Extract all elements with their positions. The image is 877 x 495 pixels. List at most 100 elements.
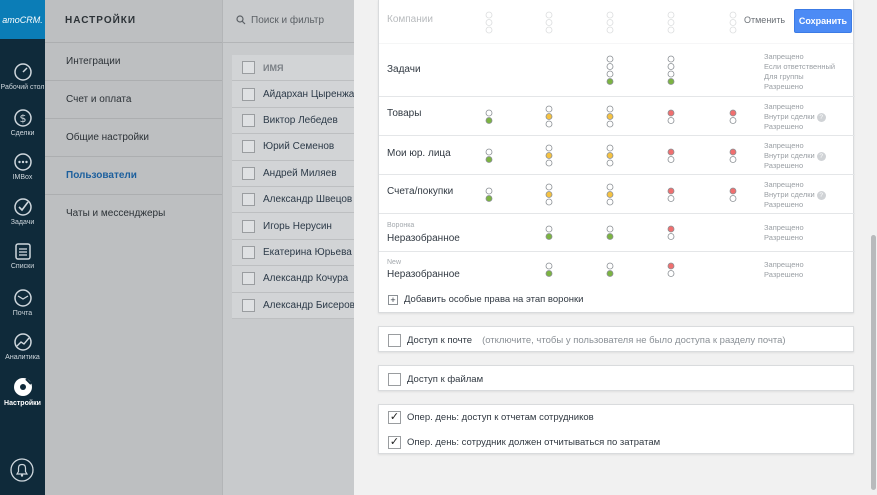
user-name[interactable]: Виктор Лебедев bbox=[263, 115, 338, 126]
nav-mail[interactable]: Почта bbox=[0, 288, 45, 318]
row-checkbox[interactable] bbox=[242, 193, 255, 207]
scrollbar[interactable] bbox=[871, 235, 876, 490]
user-name[interactable]: Игорь Нерусин bbox=[263, 221, 332, 232]
row-checkbox[interactable] bbox=[242, 87, 255, 101]
table-row[interactable]: Александр Кочура bbox=[232, 266, 356, 293]
oper-expenses-label[interactable]: Опер. день: сотрудник должен отчитыватьс… bbox=[407, 437, 660, 448]
user-name[interactable]: Екатерина Юрьева bbox=[263, 247, 352, 258]
access-level-toggle[interactable] bbox=[544, 225, 554, 241]
row-checkbox[interactable] bbox=[242, 113, 255, 127]
access-level-toggle[interactable] bbox=[605, 105, 615, 128]
table-row[interactable]: Александр Швецов bbox=[232, 187, 356, 214]
table-row[interactable]: Андрей Миляев bbox=[232, 161, 356, 187]
nav-dashboard[interactable]: Рабочий стол bbox=[0, 62, 45, 92]
notifications-button[interactable] bbox=[10, 458, 34, 485]
nav-analytics[interactable]: Аналитика bbox=[0, 332, 45, 362]
legend: Запрещено Внутри сделки? Разрешено bbox=[764, 141, 826, 171]
oper-expenses-checkbox[interactable]: ✓ bbox=[388, 436, 401, 449]
column-header-name[interactable]: ИМЯ bbox=[263, 63, 283, 73]
user-name[interactable]: Александр Бисеров bbox=[263, 300, 355, 311]
user-name[interactable]: Айдархан Цыренжапов bbox=[263, 89, 356, 100]
access-level-toggle[interactable] bbox=[728, 148, 738, 164]
files-access-row[interactable]: Доступ к файлам bbox=[379, 366, 853, 392]
nav-lists[interactable]: Списки bbox=[0, 241, 45, 271]
table-row[interactable]: Юрий Семенов bbox=[232, 134, 356, 161]
logo[interactable]: amoCRM. bbox=[0, 0, 45, 39]
row-checkbox[interactable] bbox=[242, 245, 255, 259]
access-level-toggle[interactable] bbox=[728, 187, 738, 203]
nav-tasks[interactable]: Задачи bbox=[0, 197, 45, 227]
cancel-button[interactable]: Отменить bbox=[744, 15, 785, 25]
access-level-toggle[interactable] bbox=[544, 144, 554, 167]
user-name[interactable]: Андрей Миляев bbox=[263, 168, 337, 179]
mail-access-row[interactable]: Доступ к почте (отключите, чтобы у польз… bbox=[379, 327, 853, 353]
settings-item-integrations[interactable]: Интеграции bbox=[45, 43, 222, 81]
access-level-toggle[interactable] bbox=[484, 11, 494, 34]
files-access-checkbox[interactable] bbox=[388, 372, 401, 386]
oper-report-label[interactable]: Опер. день: доступ к отчетам сотрудников bbox=[407, 412, 594, 423]
access-level-toggle[interactable] bbox=[544, 183, 554, 206]
save-button[interactable]: Сохранить bbox=[794, 9, 852, 33]
access-level-toggle[interactable] bbox=[666, 148, 676, 164]
nav-imbox[interactable]: IMBox bbox=[0, 152, 45, 182]
access-level-toggle[interactable] bbox=[605, 144, 615, 167]
row-checkbox[interactable] bbox=[242, 166, 255, 180]
oper-report-checkbox[interactable]: ✓ bbox=[388, 411, 401, 424]
users-list: Поиск и фильтр ИМЯ Айдархан Цыренжапов В… bbox=[222, 0, 356, 495]
access-level-toggle[interactable] bbox=[666, 262, 676, 278]
table-row[interactable]: Виктор Лебедев bbox=[232, 108, 356, 135]
access-level-toggle[interactable] bbox=[605, 55, 615, 86]
row-checkbox[interactable] bbox=[242, 219, 255, 233]
access-level-toggle[interactable] bbox=[666, 11, 676, 34]
access-level-toggle[interactable] bbox=[484, 109, 494, 125]
access-level-toggle[interactable] bbox=[544, 105, 554, 128]
oper-expenses-row[interactable]: ✓ Опер. день: сотрудник должен отчитыват… bbox=[379, 430, 853, 455]
files-access-label[interactable]: Доступ к файлам bbox=[407, 374, 483, 385]
row-checkbox[interactable] bbox=[242, 298, 255, 312]
access-level-toggle[interactable] bbox=[728, 109, 738, 125]
access-level-toggle[interactable] bbox=[666, 187, 676, 203]
access-level-selected bbox=[729, 109, 737, 117]
access-level-toggle[interactable] bbox=[484, 148, 494, 164]
access-rights-table: Компании Задачи Запрещено Если ответстве… bbox=[378, 0, 855, 313]
access-level-toggle[interactable] bbox=[666, 109, 676, 125]
access-level-toggle[interactable] bbox=[605, 262, 615, 278]
nav-deals[interactable]: $ Сделки bbox=[0, 108, 45, 138]
help-icon[interactable]: ? bbox=[816, 113, 826, 122]
user-name[interactable]: Александр Швецов bbox=[263, 194, 352, 205]
access-level-toggle[interactable] bbox=[605, 225, 615, 241]
access-level-option bbox=[545, 198, 553, 206]
settings-item-general[interactable]: Общие настройки bbox=[45, 119, 222, 157]
table-row[interactable]: Екатерина Юрьева bbox=[232, 240, 356, 267]
search-bar[interactable]: Поиск и фильтр bbox=[223, 0, 354, 43]
table-row[interactable]: Александр Бисеров bbox=[232, 293, 356, 319]
row-checkbox[interactable] bbox=[242, 140, 255, 154]
user-name[interactable]: Юрий Семенов bbox=[263, 141, 334, 152]
access-level-option bbox=[606, 262, 614, 270]
row-checkbox[interactable] bbox=[242, 272, 255, 286]
access-level-toggle[interactable] bbox=[605, 183, 615, 206]
nav-settings[interactable]: Настройки bbox=[0, 376, 45, 408]
access-level-toggle[interactable] bbox=[728, 11, 738, 34]
settings-item-billing[interactable]: Счет и оплата bbox=[45, 81, 222, 119]
mail-access-checkbox[interactable] bbox=[388, 333, 401, 347]
access-level-toggle[interactable] bbox=[484, 187, 494, 203]
access-level-toggle[interactable] bbox=[666, 55, 676, 86]
settings-item-chats[interactable]: Чаты и мессенджеры bbox=[45, 195, 222, 233]
oper-report-row[interactable]: ✓ Опер. день: доступ к отчетам сотрудник… bbox=[379, 405, 853, 430]
settings-item-users[interactable]: Пользователи bbox=[45, 157, 222, 195]
search-input[interactable]: Поиск и фильтр bbox=[251, 15, 324, 26]
table-row[interactable]: Айдархан Цыренжапов bbox=[232, 81, 356, 108]
select-all-checkbox[interactable] bbox=[242, 61, 255, 75]
table-row[interactable]: Игорь Нерусин bbox=[232, 213, 356, 240]
legend-item: Запрещено bbox=[764, 180, 804, 189]
help-icon[interactable]: ? bbox=[816, 152, 826, 161]
access-level-toggle[interactable] bbox=[666, 225, 676, 241]
access-level-toggle[interactable] bbox=[605, 11, 615, 34]
access-level-toggle[interactable] bbox=[544, 262, 554, 278]
mail-access-label[interactable]: Доступ к почте bbox=[407, 335, 472, 346]
access-level-toggle[interactable] bbox=[544, 11, 554, 34]
add-stage-rights-button[interactable]: + Добавить особые права на этап воронки bbox=[388, 294, 583, 305]
help-icon[interactable]: ? bbox=[816, 191, 826, 200]
user-name[interactable]: Александр Кочура bbox=[263, 273, 348, 284]
